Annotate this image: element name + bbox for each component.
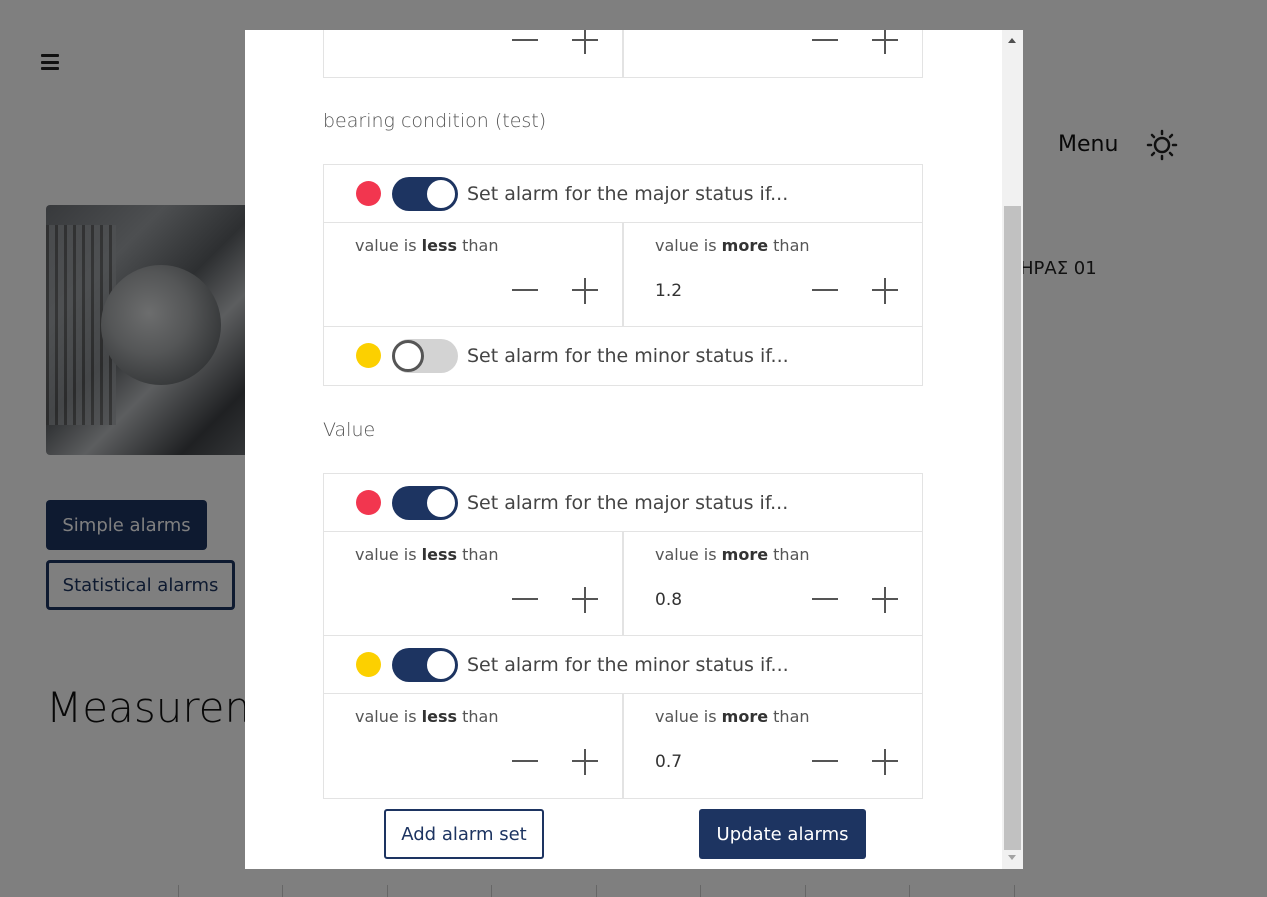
more-than-label: value is more than xyxy=(655,236,810,255)
scrollbar-thumb[interactable] xyxy=(1004,206,1021,850)
more-than-value[interactable]: 1.2 xyxy=(655,281,682,301)
update-alarms-button[interactable]: Update alarms xyxy=(699,809,866,859)
major-status-row: Set alarm for the major status if... xyxy=(324,165,922,223)
minor-thresholds: value is less than value is more than 0.… xyxy=(324,694,922,798)
minus-icon[interactable] xyxy=(512,39,538,41)
major-status-dot xyxy=(356,181,381,206)
more-than-value[interactable]: 0.7 xyxy=(655,752,682,772)
more-than-cell: value is more than 1.2 xyxy=(622,223,922,326)
plus-icon[interactable] xyxy=(572,587,598,613)
major-status-label: Set alarm for the major status if... xyxy=(467,492,789,514)
previous-alarm-card xyxy=(323,30,923,78)
plus-icon[interactable] xyxy=(872,587,898,613)
plus-icon[interactable] xyxy=(872,278,898,304)
major-status-row: Set alarm for the major status if... xyxy=(324,474,922,532)
less-than-cell: value is less than xyxy=(324,694,622,798)
minus-icon[interactable] xyxy=(512,289,538,291)
more-than-label: value is more than xyxy=(655,707,810,726)
minor-status-dot xyxy=(356,343,381,368)
less-than-label: value is less than xyxy=(355,236,499,255)
alarm-card: Set alarm for the major status if... val… xyxy=(323,164,923,386)
plus-icon[interactable] xyxy=(872,749,898,775)
minor-status-dot xyxy=(356,652,381,677)
modal-scrollbar[interactable] xyxy=(1002,30,1023,869)
more-than-cell: value is more than 0.7 xyxy=(622,694,922,798)
add-alarm-set-button[interactable]: Add alarm set xyxy=(384,809,544,859)
minus-icon[interactable] xyxy=(812,760,838,762)
section-title: Value xyxy=(323,419,376,441)
major-alarm-toggle[interactable] xyxy=(392,177,458,211)
major-alarm-toggle[interactable] xyxy=(392,486,458,520)
plus-icon[interactable] xyxy=(572,278,598,304)
minor-alarm-toggle[interactable] xyxy=(392,339,458,373)
scroll-down-arrow-icon[interactable] xyxy=(1008,855,1016,860)
less-than-cell xyxy=(324,30,622,77)
more-than-label: value is more than xyxy=(655,545,810,564)
plus-icon[interactable] xyxy=(572,749,598,775)
minus-icon[interactable] xyxy=(812,289,838,291)
alarm-settings-modal: bearing condition (test) Set alarm for t… xyxy=(245,30,1023,869)
minus-icon[interactable] xyxy=(512,760,538,762)
minor-status-label: Set alarm for the minor status if... xyxy=(467,654,789,676)
plus-icon[interactable] xyxy=(872,30,898,54)
less-than-cell: value is less than xyxy=(324,223,622,326)
minor-status-row: Set alarm for the minor status if... xyxy=(324,636,922,694)
less-than-label: value is less than xyxy=(355,545,499,564)
minor-status-label: Set alarm for the minor status if... xyxy=(467,345,789,367)
more-than-value[interactable]: 0.8 xyxy=(655,590,682,610)
major-thresholds: value is less than value is more than 1.… xyxy=(324,223,922,327)
major-status-dot xyxy=(356,490,381,515)
more-than-cell: value is more than 0.8 xyxy=(622,532,922,635)
minor-status-row: Set alarm for the minor status if... xyxy=(324,327,922,385)
less-than-label: value is less than xyxy=(355,707,499,726)
minus-icon[interactable] xyxy=(812,39,838,41)
more-than-cell xyxy=(622,30,922,77)
major-status-label: Set alarm for the major status if... xyxy=(467,183,789,205)
section-title: bearing condition (test) xyxy=(323,110,547,132)
scroll-up-arrow-icon[interactable] xyxy=(1008,38,1016,43)
alarm-card: Set alarm for the major status if... val… xyxy=(323,473,923,799)
minor-alarm-toggle[interactable] xyxy=(392,648,458,682)
less-than-cell: value is less than xyxy=(324,532,622,635)
major-thresholds: value is less than value is more than 0.… xyxy=(324,532,922,636)
plus-icon[interactable] xyxy=(572,30,598,54)
minus-icon[interactable] xyxy=(512,598,538,600)
modal-content: bearing condition (test) Set alarm for t… xyxy=(245,30,1003,869)
minus-icon[interactable] xyxy=(812,598,838,600)
